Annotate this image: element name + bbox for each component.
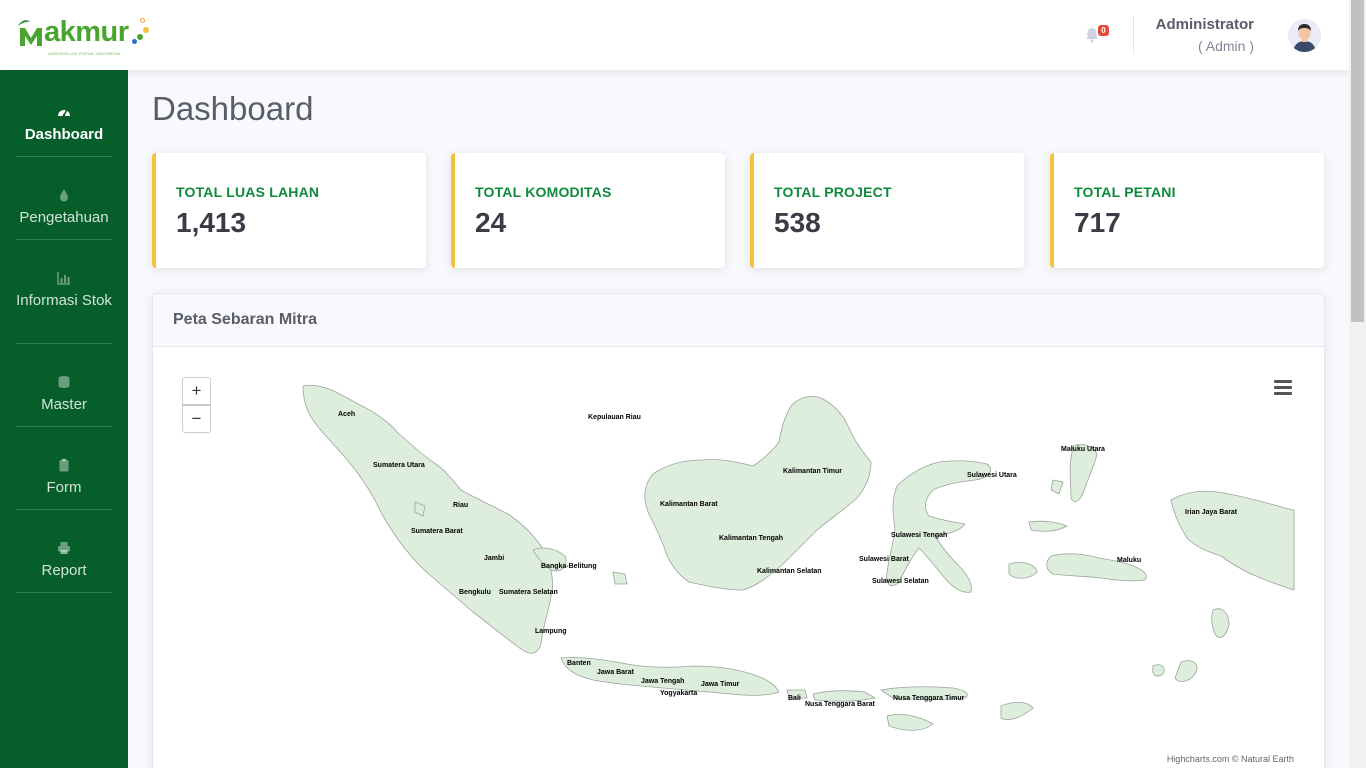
sidebar: Dashboard Pengetahuan Informasi Stok Mas… (0, 70, 128, 768)
stat-card-petani: TOTAL PETANI 717 (1050, 153, 1324, 268)
sidebar-item-dashboard[interactable]: Dashboard (16, 105, 112, 157)
map-label: Kalimantan Timur (783, 468, 842, 475)
sidebar-item-label: Pengetahuan (19, 209, 109, 226)
user-name[interactable]: Administrator (1156, 16, 1254, 33)
sidebar-item-pengetahuan[interactable]: Pengetahuan (16, 188, 112, 240)
scrollbar-thumb[interactable] (1351, 0, 1364, 322)
map-label: Maluku Utara (1061, 446, 1105, 453)
map-zoom-in-button[interactable]: + (182, 377, 211, 405)
map-island (886, 714, 934, 731)
map-label: Kalimantan Tengah (719, 535, 783, 542)
stat-card-project: TOTAL PROJECT 538 (750, 153, 1024, 268)
map-label: Jambi (484, 555, 504, 562)
map-label: Riau (453, 502, 468, 509)
map-label: Jawa Tengah (641, 678, 684, 685)
map-island (1008, 562, 1038, 579)
map-island (1211, 608, 1230, 638)
sidebar-item-master[interactable]: Master (16, 375, 112, 427)
logo-dot-icon (132, 39, 137, 44)
stat-card-label: TOTAL PROJECT (774, 184, 892, 200)
map-island (1152, 664, 1165, 677)
sidebar-item-label: Master (41, 396, 87, 413)
brand-tagline: AGROSOLUSI PUPUK INDONESIA (48, 51, 121, 56)
user-avatar-icon (1288, 19, 1321, 52)
avatar[interactable] (1288, 19, 1321, 52)
map-region-maluku-utara (1069, 444, 1098, 502)
map-region-kalimantan (644, 396, 872, 591)
map-label: Bali (788, 695, 801, 702)
droplet-icon (60, 189, 68, 202)
user-role: ( Admin ) (1197, 38, 1254, 54)
map-island (1174, 660, 1198, 682)
sidebar-item-label: Dashboard (24, 126, 104, 143)
map-label: Bengkulu (459, 589, 491, 596)
map-label: Kepulauan Riau (588, 414, 641, 421)
page-title: Dashboard (152, 90, 314, 127)
stat-card-luas-lahan: TOTAL LUAS LAHAN 1,413 (152, 153, 426, 268)
map-island (612, 571, 628, 585)
sidebar-item-informasi-stok[interactable]: Informasi Stok (16, 271, 112, 344)
stat-card-value: 24 (475, 207, 507, 238)
map-zoom-out-button[interactable]: − (182, 405, 211, 433)
stat-card-label: TOTAL KOMODITAS (475, 184, 612, 200)
map-label: Kalimantan Selatan (757, 568, 822, 575)
logo-leaf-icon (18, 20, 42, 46)
topbar: akmur AGROSOLUSI PUPUK INDONESIA 0 Admin… (0, 0, 1349, 70)
map-label: Nusa Tenggara Timur (893, 695, 965, 702)
map-region-sulawesi (886, 460, 991, 593)
map-label: Bangka-Belitung (541, 563, 597, 570)
stat-card-value: 717 (1074, 207, 1121, 238)
map-label: Aceh (338, 411, 355, 418)
brand-logo[interactable]: akmur AGROSOLUSI PUPUK INDONESIA (16, 14, 156, 58)
logo-dot-icon (137, 34, 143, 40)
stat-card-label: TOTAL PETANI (1074, 184, 1176, 200)
map-label: Kalimantan Barat (660, 501, 718, 508)
gauge-icon (58, 109, 70, 117)
map-label: Yogyakarta (660, 690, 697, 697)
map-region-nusa-tenggara-barat (812, 690, 876, 702)
map-label: Maluku (1117, 557, 1141, 564)
logo-dot-icon (143, 27, 149, 33)
map-panel: Peta Sebaran Mitra Aceh Sumatera Utara R… (152, 293, 1325, 768)
map-label: Sumatera Selatan (499, 589, 558, 596)
sidebar-item-label: Form (46, 479, 82, 496)
indonesia-map[interactable]: Aceh Sumatera Utara Riau Kepulauan Riau … (153, 294, 1325, 768)
chart-icon (57, 272, 70, 285)
page-scrollbar[interactable] (1349, 0, 1366, 768)
printer-icon (58, 542, 70, 554)
map-label: Sulawesi Utara (967, 472, 1017, 479)
map-island (1000, 702, 1034, 720)
stat-card-value: 538 (774, 207, 821, 238)
map-label: Sulawesi Tengah (891, 532, 947, 539)
map-label: Jawa Timur (701, 681, 740, 688)
sidebar-item-report[interactable]: Report (16, 541, 112, 593)
map-label: Sumatera Barat (411, 528, 463, 535)
map-label: Banten (567, 660, 591, 667)
brand-name: akmur (44, 16, 129, 48)
map-label: Nusa Tenggara Barat (805, 701, 876, 708)
map-island (1050, 479, 1064, 495)
map-credits[interactable]: Highcharts.com © Natural Earth (1167, 754, 1294, 764)
map-island (1028, 520, 1068, 532)
map-region-irian-jaya-barat (1170, 490, 1295, 591)
map-label: Lampung (535, 628, 567, 635)
map-label: Sulawesi Barat (859, 556, 909, 563)
stat-card-label: TOTAL LUAS LAHAN (176, 184, 320, 200)
stat-card-komoditas: TOTAL KOMODITAS 24 (451, 153, 725, 268)
logo-dot-icon (140, 18, 145, 23)
topbar-divider (1133, 16, 1134, 54)
sidebar-item-label: Informasi Stok (16, 292, 112, 309)
map-label: Sulawesi Selatan (872, 578, 929, 585)
map-region-sumatra (302, 384, 553, 654)
sidebar-item-label: Report (41, 562, 87, 579)
map-label: Sumatera Utara (373, 462, 425, 469)
stat-card-value: 1,413 (176, 207, 247, 238)
map-label: Jawa Barat (597, 669, 635, 676)
notification-badge: 0 (1098, 25, 1109, 36)
map-label: Irian Jaya Barat (1185, 509, 1238, 516)
database-icon (58, 376, 70, 388)
clipboard-icon (59, 458, 69, 472)
sidebar-item-form[interactable]: Form (16, 458, 112, 510)
hamburger-menu-icon[interactable] (1274, 380, 1292, 396)
